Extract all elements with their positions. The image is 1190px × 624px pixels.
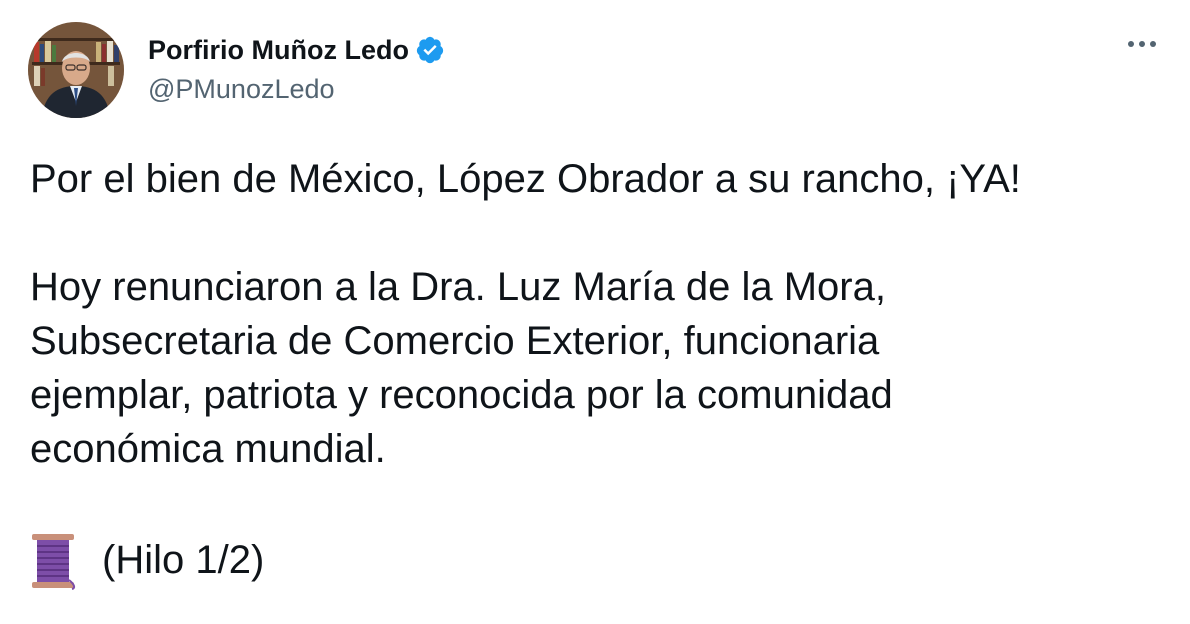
tweet-paragraph-2-line-3: ejemplar, patriota y reconocida por la c… bbox=[30, 373, 893, 417]
tweet-header: Porfirio Muñoz Ledo @PMunozLedo bbox=[28, 22, 445, 118]
author-display-name[interactable]: Porfirio Muñoz Ledo bbox=[148, 33, 409, 67]
tweet-paragraph-2-line-1: Hoy renunciaron a la Dra. Luz María de l… bbox=[30, 265, 886, 309]
tweet-paragraph-1: Por el bien de México, López Obrador a s… bbox=[30, 157, 1021, 201]
verified-badge-icon bbox=[415, 35, 445, 65]
name-row: Porfirio Muñoz Ledo bbox=[148, 33, 445, 67]
tweet-paragraph-2-line-2: Subsecretaria de Comercio Exterior, func… bbox=[30, 319, 880, 363]
tweet-paragraph-2-line-4: económica mundial. bbox=[30, 427, 386, 471]
author-names: Porfirio Muñoz Ledo @PMunozLedo bbox=[148, 33, 445, 107]
thread-spool-icon bbox=[30, 532, 76, 590]
author-handle[interactable]: @PMunozLedo bbox=[148, 71, 445, 107]
thread-line: (Hilo 1/2) bbox=[30, 530, 1170, 590]
tweet-card: Porfirio Muñoz Ledo @PMunozLedo Por el b… bbox=[0, 0, 1190, 624]
tweet-text: Por el bien de México, López Obrador a s… bbox=[30, 152, 1170, 590]
avatar[interactable] bbox=[28, 22, 124, 118]
thread-label: (Hilo 1/2) bbox=[102, 538, 265, 582]
more-options-icon[interactable] bbox=[1124, 32, 1160, 56]
